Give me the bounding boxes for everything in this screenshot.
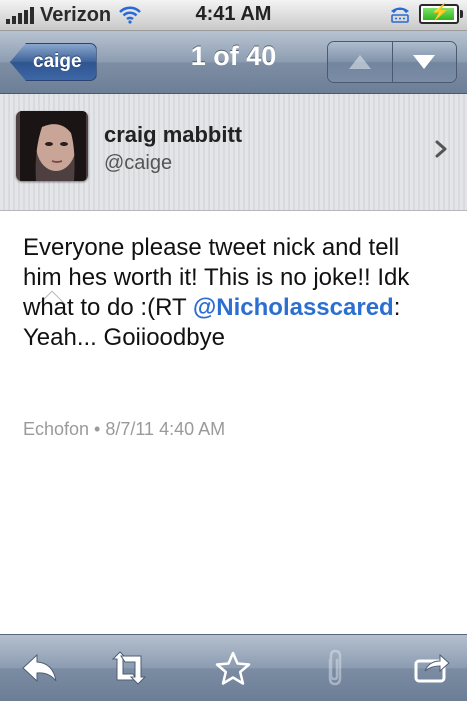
- navigation-bar: caige 1 of 40: [0, 31, 467, 94]
- next-button[interactable]: [391, 42, 456, 82]
- previous-button[interactable]: [328, 42, 392, 82]
- profile-header[interactable]: craig mabbitt @caige: [0, 94, 467, 211]
- bottom-toolbar: [0, 634, 467, 701]
- tweet-text: Everyone please tweet nick and tell him …: [23, 233, 443, 353]
- chevron-right-icon: [435, 140, 447, 158]
- favorite-star-icon: [215, 651, 251, 685]
- attachment-icon: [328, 649, 342, 686]
- tweet-meta: Echofon • 8/7/11 4:40 AM: [23, 419, 226, 439]
- user-handle: @caige: [104, 152, 173, 174]
- tty-icon: [391, 7, 409, 23]
- battery-icon: ⚡: [419, 4, 463, 24]
- favorite-button[interactable]: [213, 648, 253, 688]
- arrow-down-icon: [413, 55, 436, 69]
- charging-bolt-icon: ⚡: [430, 4, 450, 21]
- reply-icon: [22, 653, 57, 683]
- avatar[interactable]: [16, 111, 88, 181]
- share-button[interactable]: [412, 648, 452, 688]
- retweet-button[interactable]: [109, 648, 149, 688]
- retweet-icon: [111, 651, 147, 685]
- prev-next-segmented-control: [327, 41, 457, 83]
- reply-button[interactable]: [20, 648, 60, 688]
- arrow-up-icon: [348, 55, 371, 69]
- user-name: craig mabbitt: [104, 122, 243, 147]
- status-right: ⚡: [389, 4, 463, 24]
- mention-link[interactable]: @Nicholasscared: [193, 294, 394, 321]
- share-icon: [414, 653, 450, 683]
- status-bar: Verizon 4:41 AM ⚡: [0, 0, 467, 31]
- attachment-button[interactable]: [315, 648, 355, 688]
